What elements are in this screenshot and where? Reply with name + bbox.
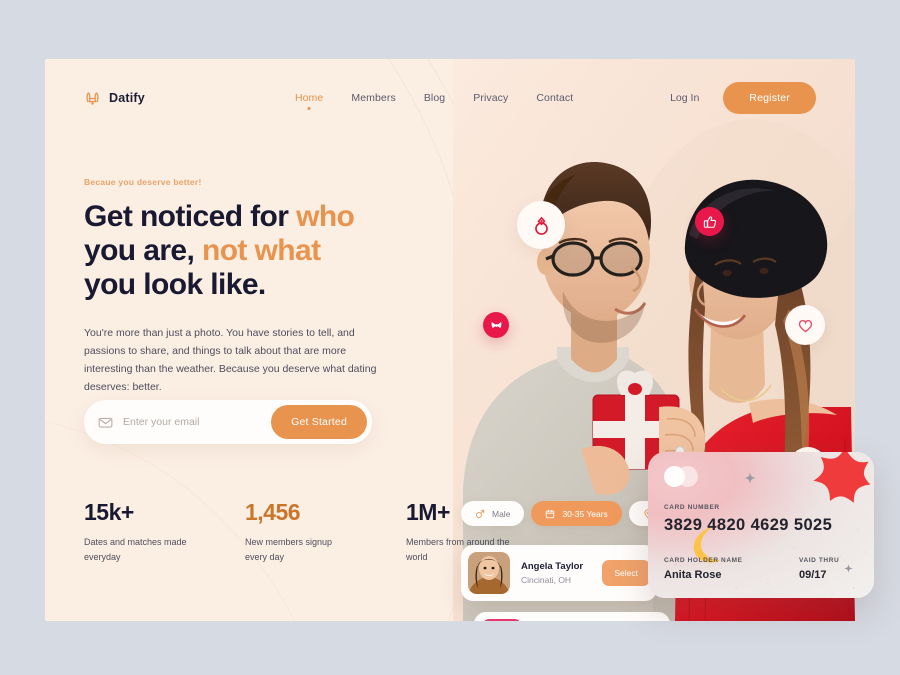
nav-link-privacy[interactable]: Privacy xyxy=(473,92,508,104)
floating-badge-heart[interactable] xyxy=(785,305,825,345)
nav-link-home-label: Home xyxy=(294,92,324,104)
register-button[interactable]: Register xyxy=(723,82,816,114)
active-nav-dot xyxy=(307,107,311,110)
woman-smiling-avatar xyxy=(468,552,510,594)
nav-actions: Log In Register xyxy=(670,82,816,114)
card-chip xyxy=(664,466,708,487)
floating-badge-ring[interactable] xyxy=(517,201,565,249)
mars-gender-icon xyxy=(476,509,485,518)
stat-label: Dates and matches made everyday xyxy=(84,537,187,562)
hero-eyebrow: Becaue you deserve better! xyxy=(84,177,202,187)
card-number-value: 3829 4820 4629 5025 xyxy=(664,516,833,534)
calendar-icon xyxy=(546,509,555,518)
brand-name: Datify xyxy=(109,91,145,105)
card-thru-label: VAID THRU xyxy=(799,557,840,564)
email-input[interactable] xyxy=(123,416,272,428)
profile-name: Angela Taylor xyxy=(521,561,584,572)
screenshot-stage: Datify Home Members Blog Privacy Contact… xyxy=(0,0,900,675)
card-number-label: CARD NUMBER xyxy=(664,504,720,511)
man-pink-shirt-avatar xyxy=(481,619,523,621)
stat-value: 1,456 xyxy=(245,499,301,525)
hero-copy: Becaue you deserve better! Get noticed f… xyxy=(84,177,414,396)
card-holder-label: CARD HOLDER NAME xyxy=(664,557,743,564)
nav-links: Home Members Blog Privacy Contact xyxy=(294,92,573,110)
select-button[interactable]: Select xyxy=(602,560,650,586)
stats-row: 15k+ Dates and matches made everyday 1,4… xyxy=(84,499,511,564)
floating-badge-bow[interactable] xyxy=(483,312,509,338)
star-icon xyxy=(813,452,871,503)
ring-icon xyxy=(534,216,548,235)
login-link[interactable]: Log In xyxy=(670,92,699,104)
stat-label: New members signup every day xyxy=(245,537,333,562)
get-started-button[interactable]: Get Started xyxy=(271,405,367,439)
nav-link-home[interactable]: Home xyxy=(294,92,324,110)
card-thru-value: 09/17 xyxy=(799,569,827,581)
nav-link-members[interactable]: Members xyxy=(351,92,395,104)
filter-pill-age[interactable]: 30-35 Years xyxy=(531,501,622,526)
profile-card-angela[interactable]: Angela Taylor Cincinati, OH Select xyxy=(461,545,657,601)
headline-line2-accent: not what xyxy=(201,234,321,268)
profile-info: Angela Taylor Cincinati, OH xyxy=(521,561,602,585)
thumbs-up-icon xyxy=(703,215,716,228)
top-navigation: Datify Home Members Blog Privacy Contact… xyxy=(45,59,855,137)
envelope-icon xyxy=(98,417,113,428)
avatar xyxy=(481,619,523,621)
filter-pill-age-label: 30-35 Years xyxy=(562,508,608,519)
stat-new-members: 1,456 New members signup every day xyxy=(245,499,350,564)
sparkle-icon xyxy=(744,472,756,484)
hero-description: You're more than just a photo. You have … xyxy=(84,326,377,393)
nav-link-contact[interactable]: Contact xyxy=(536,92,573,104)
nav-link-blog[interactable]: Blog xyxy=(424,92,445,104)
headline-line1-plain: Get noticed for xyxy=(84,200,297,233)
email-signup-form: Get Started xyxy=(84,400,372,444)
floating-badge-thumbs-up[interactable] xyxy=(695,207,724,236)
profile-location: Cincinati, OH xyxy=(521,575,572,585)
avatar xyxy=(468,552,510,594)
stat-value: 15k+ xyxy=(84,499,134,525)
card-holder-value: Anita Rose xyxy=(664,569,722,581)
brand-logo[interactable]: Datify xyxy=(84,90,145,107)
profile-card-mike[interactable]: Mike Johnson NY City, NY Select xyxy=(474,612,670,621)
headline-line3-plain: you look like. xyxy=(84,268,266,302)
page-title: Get noticed for who you are, not what yo… xyxy=(84,200,414,303)
datify-logo-icon xyxy=(86,91,99,105)
headline-line2-plain: you are, xyxy=(84,234,202,268)
stat-dates-matches: 15k+ Dates and matches made everyday xyxy=(84,499,189,564)
filter-pill-gender[interactable]: Male xyxy=(461,501,525,526)
heart-icon xyxy=(798,319,812,332)
credit-card[interactable]: CARD NUMBER 3829 4820 4629 5025 CARD HOL… xyxy=(648,452,874,598)
sparkle-icon xyxy=(844,564,853,573)
filter-pill-gender-label: Male xyxy=(492,508,511,519)
headline-line1-accent: who xyxy=(296,200,355,233)
bow-icon xyxy=(491,321,501,328)
